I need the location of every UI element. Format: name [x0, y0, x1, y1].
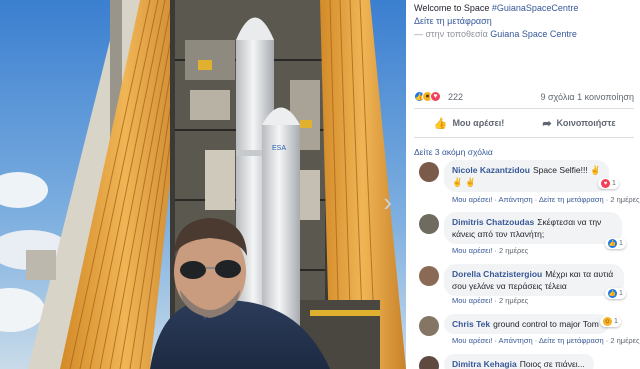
comment-text-line2: κάνεις από τον πλανήτη; — [452, 229, 545, 239]
like-reaction-icon: 👍 — [608, 289, 617, 298]
comment-author[interactable]: Chris Tek — [452, 319, 490, 329]
avatar[interactable] — [419, 356, 439, 369]
comment-translate-link[interactable]: Δείτε τη μετάφραση — [539, 336, 604, 345]
post-actions: 👍 Μου αρέσει! ➦ Κοινοποιήστε — [414, 108, 634, 138]
love-reaction-icon: ♥ — [601, 179, 610, 188]
comment-author[interactable]: Dimitra Kehagia — [452, 359, 517, 369]
comment-text-line2: ✌ ✌ — [452, 177, 476, 187]
rocket-selfie-image: ESA — [0, 0, 406, 369]
comment-translate-link[interactable]: Δείτε τη μετάφραση — [539, 195, 604, 204]
like-button[interactable]: 👍 Μου αρέσει! — [414, 117, 524, 130]
avatar[interactable] — [419, 266, 439, 286]
chevron-right-icon[interactable]: › — [383, 189, 392, 215]
comment-like-link[interactable]: Μου αρέσει! — [452, 195, 492, 204]
caption-text: Welcome to Space — [414, 3, 492, 13]
hashtag-link[interactable]: #GuianaSpaceCentre — [492, 3, 579, 13]
like-label: Μου αρέσει! — [452, 118, 505, 128]
reaction-count: 1 — [619, 240, 623, 247]
comment-text: Σκέφτεσαι να την — [537, 217, 602, 227]
love-reaction-icon: ♥ — [430, 91, 441, 102]
share-label: Κοινοποιήστε — [556, 118, 616, 128]
comment-reaction-badge[interactable]: ☺ 1 — [600, 316, 621, 327]
view-more-comments-link[interactable]: Δείτε 3 ακόμη σχόλια — [414, 147, 493, 157]
comment-meta: Μου αρέσει! · 2 ημέρες — [452, 246, 529, 255]
location-prefix: — στην τοποθεσία — [414, 29, 491, 39]
translate-link[interactable]: Δείτε τη μετάφραση — [414, 15, 632, 28]
reaction-count: 1 — [612, 180, 616, 187]
share-arrow-icon: ➦ — [542, 117, 552, 130]
svg-text:ESA: ESA — [272, 145, 286, 152]
comment-like-link[interactable]: Μου αρέσει! — [452, 246, 492, 255]
comment-reply-link[interactable]: Απάντηση — [499, 336, 533, 345]
comment-like-link[interactable]: Μου αρέσει! — [452, 336, 492, 345]
post-sidebar: Welcome to Space #GuianaSpaceCentre Δείτ… — [406, 0, 640, 369]
comment: Chris Tek ground control to major Tom ☺ 1 … — [414, 314, 640, 350]
comment-author[interactable]: Dorella Chatzistergiou — [452, 269, 542, 279]
comment-time[interactable]: 2 ημέρες — [499, 246, 528, 255]
comment: Dorella Chatzistergiou Μέχρι και τα αυτιά… — [414, 264, 634, 310]
comment: Dimitra Kehagia Ποιος σε πιάνει... — [414, 354, 634, 369]
reaction-count: 1 — [614, 318, 618, 325]
post-caption: Welcome to Space #GuianaSpaceCentre Δείτ… — [406, 0, 640, 41]
comment-author[interactable]: Nicole Kazantzidou — [452, 165, 530, 175]
comment: Nicole Kazantzidou Space Selfie!!! ✌ ✌ ✌ … — [414, 160, 640, 208]
like-reaction-icon: 👍 — [608, 239, 617, 248]
comment-text-line2: σου γελάνε να περάσεις τέλεια — [452, 281, 567, 291]
comment-time[interactable]: 2 ημέρες — [610, 195, 639, 204]
location-link[interactable]: Guiana Space Centre — [490, 29, 577, 39]
share-button[interactable]: ➦ Κοινοποιήστε — [524, 117, 634, 130]
reaction-count[interactable]: 222 — [448, 92, 463, 102]
comment-meta: Μου αρέσει! · Απάντηση · Δείτε τη μετάφρ… — [452, 336, 640, 345]
comment-text: Μέχρι και τα αυτιά — [545, 269, 614, 279]
comment-text: ground control to major Tom — [493, 319, 599, 329]
post-photo[interactable]: ESA › — [0, 0, 406, 369]
haha-reaction-icon: ☺ — [603, 317, 612, 326]
avatar[interactable] — [419, 316, 439, 336]
comment-reply-link[interactable]: Απάντηση — [499, 195, 533, 204]
comment-author[interactable]: Dimitris Chatzoudas — [452, 217, 534, 227]
comment-bubble: Dimitris Chatzoudas Σκέφτεσαι να την κάνε… — [444, 212, 622, 244]
comment-like-link[interactable]: Μου αρέσει! — [452, 296, 492, 305]
comment-time[interactable]: 2 ημέρες — [499, 296, 528, 305]
comment-bubble: Nicole Kazantzidou Space Selfie!!! ✌ ✌ ✌ — [444, 160, 609, 192]
thumbs-up-icon: 👍 — [433, 117, 448, 130]
comment-bubble: Dorella Chatzistergiou Μέχρι και τα αυτιά… — [444, 264, 624, 296]
comment-text: Ποιος σε πιάνει... — [519, 359, 585, 369]
reaction-stats: 👍 ● ♥ 222 9 σχόλια 1 κοινοποίηση — [414, 91, 634, 102]
comment-meta: Μου αρέσει! · 2 ημέρες — [452, 296, 529, 305]
reaction-count: 1 — [619, 290, 623, 297]
photo-viewer: ESA › Welcome to Space #GuianaSpaceCentr… — [0, 0, 640, 369]
avatar[interactable] — [419, 214, 439, 234]
comment-text: Space Selfie!!! ✌ — [532, 165, 601, 175]
location-line: — στην τοποθεσία Guiana Space Centre — [414, 28, 632, 41]
reaction-icons[interactable]: 👍 ● ♥ — [414, 91, 441, 102]
comment-time[interactable]: 2 ημέρες — [610, 336, 639, 345]
comment-bubble: Dimitra Kehagia Ποιος σε πιάνει... — [444, 354, 594, 369]
comment-reaction-badge[interactable]: 👍 1 — [605, 238, 626, 249]
comment: Dimitris Chatzoudas Σκέφτεσαι να την κάνε… — [414, 212, 634, 260]
comment-bubble: Chris Tek ground control to major Tom — [444, 314, 609, 334]
comment-reaction-badge[interactable]: ♥ 1 — [598, 178, 619, 189]
comment-meta: Μου αρέσει! · Απάντηση · Δείτε τη μετάφρ… — [452, 195, 640, 204]
avatar[interactable] — [419, 162, 439, 182]
comment-reaction-badge[interactable]: 👍 1 — [605, 288, 626, 299]
comments-shares-count[interactable]: 9 σχόλια 1 κοινοποίηση — [540, 92, 634, 102]
